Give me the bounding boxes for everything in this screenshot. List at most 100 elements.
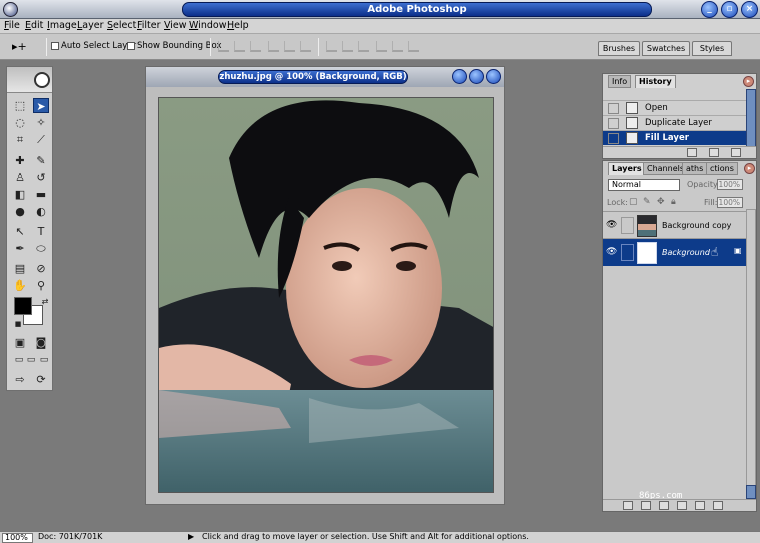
notes-tool-icon[interactable]: ▤ [12, 261, 28, 276]
menu-help[interactable]: Help [227, 20, 249, 31]
tab-history[interactable]: History [635, 75, 676, 88]
tab-brushes[interactable]: Brushes [598, 41, 640, 56]
type-tool-icon[interactable]: T [33, 224, 49, 239]
imageready-icon[interactable]: ⟳ [33, 372, 49, 387]
eraser-tool-icon[interactable]: ◧ [12, 187, 28, 202]
history-scrollbar[interactable] [746, 89, 756, 147]
layers-scrollbar-track[interactable] [746, 209, 756, 499]
menu-image[interactable]: Image [47, 20, 77, 31]
move-tool-icon[interactable]: ➤ [33, 98, 49, 113]
marquee-tool-icon[interactable]: ⬚ [12, 98, 28, 113]
doc-close-button[interactable] [486, 69, 501, 84]
shape-tool-icon[interactable]: ⬭ [33, 241, 49, 256]
new-layer-icon[interactable] [695, 501, 705, 510]
menu-view[interactable]: View [164, 20, 187, 31]
blend-mode-select[interactable]: Normal [608, 179, 680, 191]
tool-preset-picker[interactable]: ▸+ [12, 40, 40, 54]
photoshop-app-icon[interactable] [3, 2, 18, 17]
swap-colors-icon[interactable]: ⇄ [37, 294, 53, 309]
close-button[interactable]: × [741, 1, 758, 18]
document-title-bar[interactable]: zhuzhu.jpg @ 100% (Background, RGB) [146, 67, 504, 87]
opacity-field[interactable]: 100% [717, 179, 743, 190]
crop-tool-icon[interactable]: ⌗ [12, 132, 28, 147]
show-bounding-box-checkbox[interactable] [127, 42, 135, 50]
new-document-from-state-icon[interactable] [687, 148, 697, 157]
zoom-tool-icon[interactable]: ⚲ [33, 278, 49, 293]
maximize-button[interactable]: ▫ [721, 1, 738, 18]
tab-layers[interactable]: Layers [608, 162, 646, 175]
menu-window[interactable]: Window [189, 20, 226, 31]
layer-link-slot[interactable] [621, 217, 634, 234]
standard-mode-icon[interactable]: ▣ [12, 335, 28, 350]
history-item-fill-layer[interactable]: Fill Layer [603, 130, 747, 145]
clone-stamp-tool-icon[interactable]: ♙ [12, 170, 28, 185]
layer-row-background-copy[interactable]: 👁︎ Background copy [603, 211, 746, 239]
palette-menu-icon[interactable]: ▸ [744, 163, 755, 174]
align-horizontal-center-icon[interactable] [284, 41, 295, 52]
doc-maximize-button[interactable] [469, 69, 484, 84]
eye-icon[interactable]: 👁︎ [606, 247, 617, 257]
lock-all-icon[interactable]: 🔒︎ [671, 197, 676, 207]
layer-style-icon[interactable] [623, 501, 633, 510]
distribute-right-icon[interactable] [408, 41, 419, 52]
align-left-icon[interactable] [268, 41, 279, 52]
delete-state-icon[interactable] [731, 148, 741, 157]
menu-edit[interactable]: Edit [25, 20, 43, 31]
lock-transparency-icon[interactable]: ▢ [629, 197, 638, 207]
doc-size-info[interactable]: Doc: 701K/701K [38, 532, 102, 541]
doc-minimize-button[interactable] [452, 69, 467, 84]
layers-scrollbar-thumb[interactable] [746, 485, 756, 499]
tab-swatches[interactable]: Swatches [642, 41, 690, 56]
foreground-color-swatch[interactable] [14, 297, 32, 315]
distribute-vcenter-icon[interactable] [342, 41, 353, 52]
slice-tool-icon[interactable]: ⟋ [33, 132, 49, 147]
blur-tool-icon[interactable]: ◐ [33, 204, 49, 219]
history-item-open[interactable]: Open [603, 100, 747, 115]
align-top-icon[interactable] [218, 41, 229, 52]
distribute-bottom-icon[interactable] [358, 41, 369, 52]
image-canvas[interactable] [158, 97, 494, 493]
brush-tool-icon[interactable]: ✎ [33, 153, 49, 168]
trash-icon[interactable] [713, 501, 723, 510]
dodge-tool-icon[interactable]: ● [12, 204, 28, 219]
history-brush-tool-icon[interactable]: ↺ [33, 170, 49, 185]
jump-to-imageready-icon[interactable]: ⇨ [12, 372, 28, 387]
zoom-field[interactable]: 100% [2, 533, 33, 543]
lock-position-icon[interactable]: ✥ [657, 197, 665, 207]
new-set-icon[interactable] [659, 501, 669, 510]
menu-file[interactable]: File [4, 20, 20, 31]
layer-row-background[interactable]: 👁︎ Background ☝ ▣ [603, 238, 746, 266]
tab-info[interactable]: Info [608, 75, 632, 88]
eye-icon[interactable]: 👁︎ [606, 220, 617, 230]
menu-layer[interactable]: Layer [77, 20, 104, 31]
history-item-duplicate-layer[interactable]: Duplicate Layer [603, 115, 747, 130]
eyedropper-tool-icon[interactable]: ⊘ [33, 261, 49, 276]
tab-styles[interactable]: Styles [692, 41, 732, 56]
pen-tool-icon[interactable]: ✒ [12, 241, 28, 256]
auto-select-layer-checkbox[interactable] [51, 42, 59, 50]
path-selection-tool-icon[interactable]: ↖ [12, 224, 28, 239]
align-vertical-center-icon[interactable] [234, 41, 245, 52]
photoshop-eye-icon[interactable] [34, 72, 50, 88]
layer-mask-icon[interactable] [641, 501, 651, 510]
align-right-icon[interactable] [300, 41, 311, 52]
hand-tool-icon[interactable]: ✋ [12, 278, 28, 293]
history-source-checkbox[interactable] [608, 103, 619, 114]
status-menu-arrow-icon[interactable]: ▶ [188, 532, 194, 541]
menu-filter[interactable]: Filter [137, 20, 161, 31]
gradient-tool-icon[interactable]: ▬ [33, 187, 49, 202]
default-colors-icon[interactable]: ■ [10, 317, 26, 332]
screen-mode-full-icon[interactable]: ▭ [36, 353, 52, 368]
distribute-left-icon[interactable] [376, 41, 387, 52]
distribute-top-icon[interactable] [326, 41, 337, 52]
distribute-hcenter-icon[interactable] [392, 41, 403, 52]
fill-field[interactable]: 100% [717, 197, 743, 208]
tab-paths[interactable]: aths [682, 162, 708, 175]
magic-wand-tool-icon[interactable]: ✧ [33, 115, 49, 130]
menu-select[interactable]: Select [107, 20, 136, 31]
history-source-checkbox[interactable] [608, 133, 619, 144]
brush-icon[interactable] [621, 244, 634, 261]
minimize-button[interactable]: _ [701, 1, 718, 18]
quick-mask-mode-icon[interactable]: ◙ [33, 335, 49, 350]
tab-actions[interactable]: ctions [706, 162, 738, 175]
